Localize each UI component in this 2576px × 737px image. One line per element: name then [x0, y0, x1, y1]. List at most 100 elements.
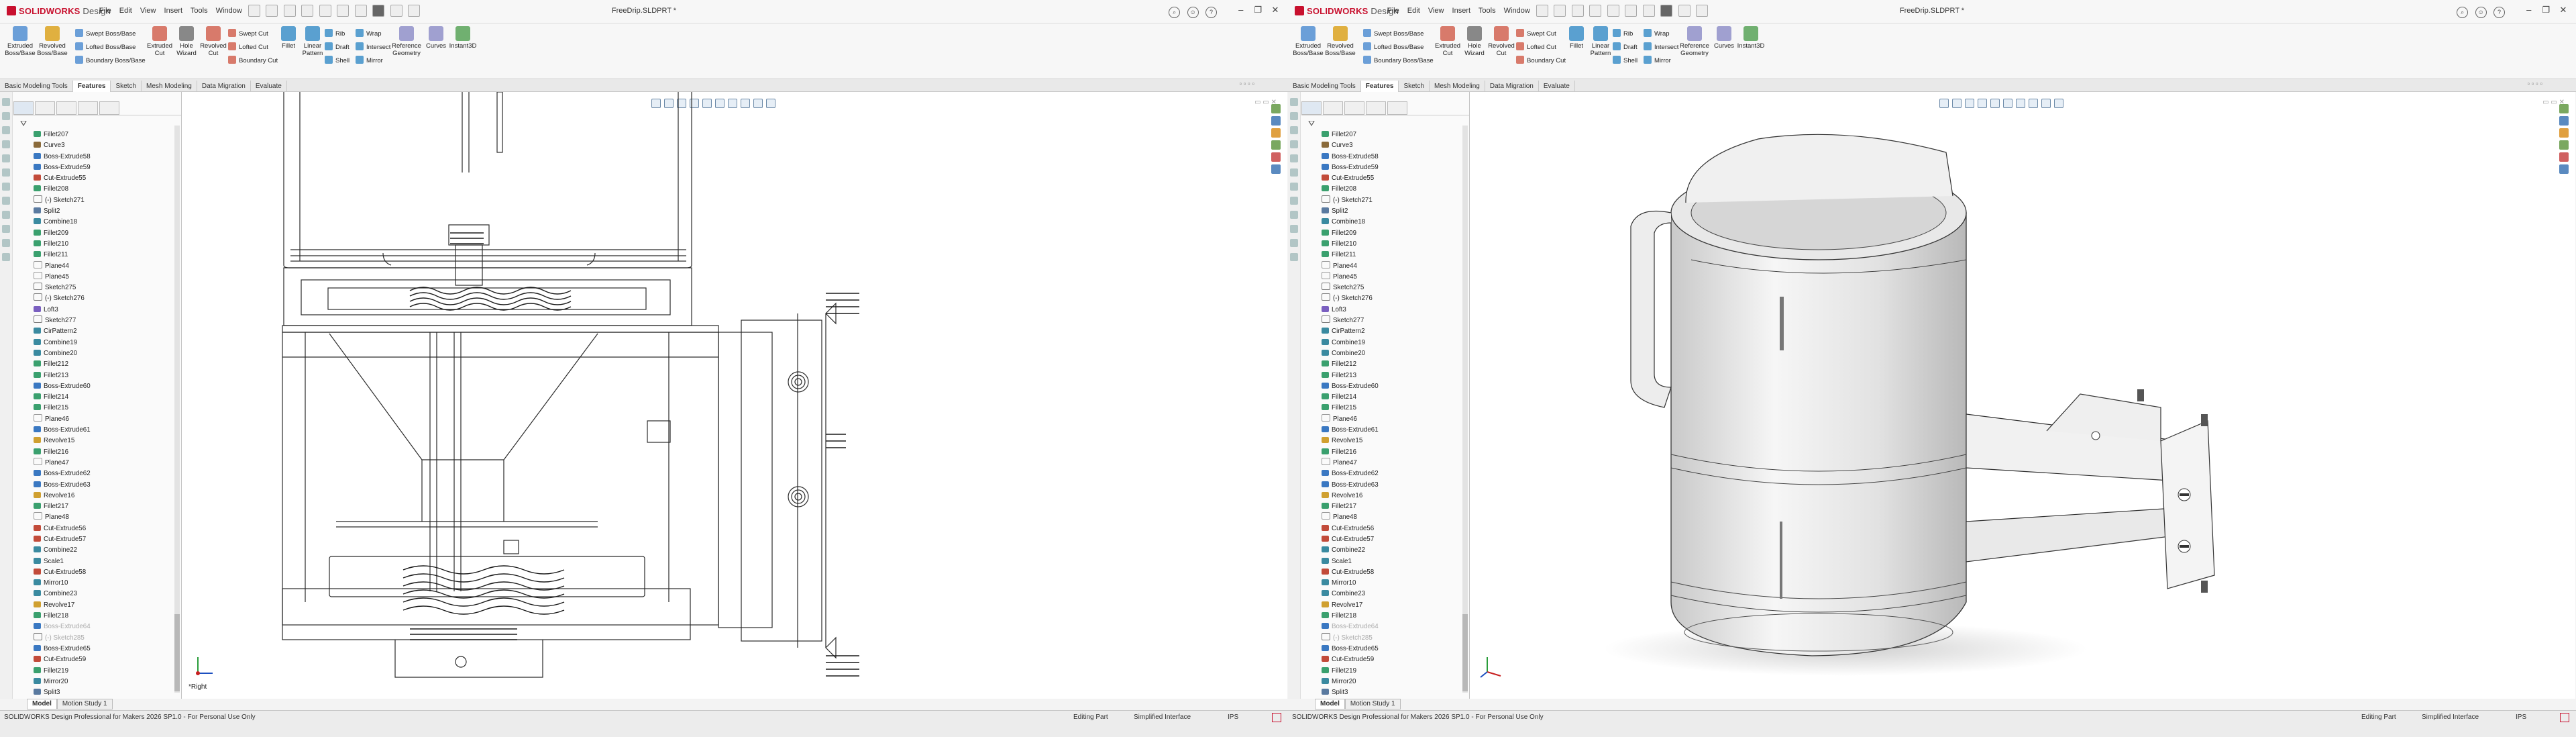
feature-tree-item[interactable]: Fillet216 [1313, 447, 1462, 458]
tool-icon[interactable] [1290, 112, 1298, 120]
feature-tree-item[interactable]: ▸Revolve16 [25, 491, 174, 501]
file-explorer-icon[interactable] [2559, 128, 2569, 138]
swept-boss-button[interactable]: Swept Boss/Base [75, 29, 136, 38]
tool-icon[interactable] [2, 197, 10, 205]
feature-tree-item[interactable]: ▸Revolve15 [25, 436, 174, 446]
intersect-button[interactable]: Intersect [356, 42, 390, 51]
feature-tree-item[interactable]: ▸Boss-Extrude62 [1313, 469, 1462, 479]
feature-tree-item[interactable]: Fillet215 [25, 403, 174, 413]
feature-tree-item[interactable]: Sketch277 [25, 315, 174, 326]
feature-tree-item[interactable]: Fillet210 [25, 239, 174, 250]
feature-tree-item[interactable]: ▸Loft3 [1313, 305, 1462, 315]
feature-tree-scrollbar[interactable] [1462, 126, 1468, 693]
feature-tree-item[interactable]: ▸Boss-Extrude60 [1313, 381, 1462, 392]
boundary-boss-button[interactable]: Boundary Boss/Base [1363, 56, 1434, 64]
feature-tree-item[interactable]: Fillet213 [1313, 371, 1462, 381]
feature-tree-item[interactable]: ▸Boss-Extrude64 [1313, 622, 1462, 632]
feature-tree-item[interactable]: Split3 [25, 687, 174, 695]
feature-tree-item[interactable]: Fillet216 [25, 447, 174, 458]
feature-tree-item[interactable]: Fillet215 [1313, 403, 1462, 413]
feature-tree-item[interactable]: ▸Cut-Extrude57 [1313, 534, 1462, 545]
feature-tree-item[interactable]: Mirror10 [25, 578, 174, 589]
status-notification-icon[interactable] [2560, 713, 2569, 722]
feature-tree-item[interactable]: Sketch275 [25, 283, 174, 293]
revolved-cut-button[interactable]: Revolved Cut [196, 26, 231, 57]
panel-options-icon[interactable]: ▫ ▫ ▫ ▫ [1239, 81, 1254, 88]
lofted-boss-button[interactable]: Lofted Boss/Base [1363, 42, 1424, 51]
extruded-boss-button[interactable]: Extruded Boss/Base [3, 26, 38, 57]
swept-boss-button[interactable]: Swept Boss/Base [1363, 29, 1424, 38]
feature-tree-item[interactable]: Plane45 [25, 271, 174, 283]
panel-options-icon[interactable]: ▫ ▫ ▫ ▫ [2527, 81, 2542, 88]
feature-tree-item[interactable]: ▸Cut-Extrude58 [25, 567, 174, 578]
tool-icon[interactable] [2, 183, 10, 191]
solidworks-resources-icon[interactable] [2559, 104, 2569, 113]
feature-tree-item[interactable]: ▸Boss-Extrude65 [1313, 644, 1462, 654]
appearances-icon[interactable] [2559, 152, 2569, 162]
solidworks-resources-icon[interactable] [1271, 104, 1281, 113]
feature-tree-item[interactable]: Fillet218 [1313, 611, 1462, 622]
restore-icon[interactable]: ❐ [2538, 5, 2553, 15]
feature-tree-item[interactable]: Curve3 [25, 140, 174, 151]
view-palette-icon[interactable] [1271, 140, 1281, 150]
feature-tree-item[interactable]: ▸Cut-Extrude55 [25, 173, 174, 184]
tool-icon[interactable] [2, 211, 10, 219]
tab-basic-modeling-tools[interactable]: Basic Modeling Tools [1288, 81, 1361, 92]
feature-tree-item[interactable]: ▸Boss-Extrude59 [1313, 162, 1462, 173]
feature-tree-item[interactable]: Split3 [1313, 687, 1462, 695]
wrap-button[interactable]: Wrap [356, 29, 382, 38]
feature-tree-item[interactable]: ▸Cut-Extrude58 [1313, 567, 1462, 578]
status-units[interactable]: IPS [2516, 714, 2526, 721]
configuration-manager-tab-icon[interactable] [56, 101, 76, 115]
draft-button[interactable]: Draft [1613, 42, 1638, 51]
feature-tree-item[interactable]: Combine20 [1313, 348, 1462, 359]
feature-tree-item[interactable]: Fillet219 [25, 666, 174, 677]
feature-tree-item[interactable]: (-) Sketch276 [1313, 293, 1462, 304]
feature-tree-item[interactable]: Combine22 [1313, 545, 1462, 556]
property-manager-tab-icon[interactable] [1323, 101, 1343, 115]
tab-motion-study[interactable]: Motion Study 1 [56, 699, 113, 709]
swept-cut-button[interactable]: Swept Cut [1516, 29, 1556, 38]
tab-evaluate[interactable]: Evaluate [251, 81, 287, 92]
feature-tree-item[interactable]: Mirror10 [1313, 578, 1462, 589]
feature-tree-item[interactable]: ▸Cut-Extrude59 [25, 654, 174, 665]
rib-button[interactable]: Rib [1613, 29, 1633, 38]
feature-tree-item[interactable]: Fillet212 [25, 359, 174, 370]
feature-tree-item[interactable]: Fillet208 [25, 184, 174, 195]
tool-icon[interactable] [2, 239, 10, 247]
file-explorer-icon[interactable] [1271, 128, 1281, 138]
display-manager-tab-icon[interactable] [99, 101, 119, 115]
feature-tree-item[interactable]: Plane46 [1313, 413, 1462, 425]
feature-tree-item[interactable]: ▸Loft3 [25, 305, 174, 315]
property-manager-tab-icon[interactable] [35, 101, 55, 115]
feature-tree-item[interactable]: Combine18 [25, 217, 174, 228]
boundary-cut-button[interactable]: Boundary Cut [1516, 56, 1566, 64]
graphics-area[interactable]: ▭ ▭ ✕ [1470, 92, 2575, 699]
tool-icon[interactable] [1290, 211, 1298, 219]
feature-tree-item[interactable]: Mirror20 [25, 677, 174, 687]
tab-features[interactable]: Features [1360, 81, 1399, 92]
tool-icon[interactable] [2, 112, 10, 120]
feature-tree-item[interactable]: Fillet218 [25, 611, 174, 622]
appearances-icon[interactable] [1271, 152, 1281, 162]
feature-tree-item[interactable]: Plane44 [25, 260, 174, 272]
feature-tree-item[interactable]: Plane45 [1313, 271, 1462, 283]
feature-tree-item[interactable]: CirPattern2 [25, 326, 174, 337]
feature-tree-item[interactable]: CirPattern2 [1313, 326, 1462, 337]
instant3d-button[interactable]: Instant3D [1733, 26, 1768, 50]
feature-tree-item[interactable]: ▸Boss-Extrude65 [25, 644, 174, 654]
feature-tree-item[interactable]: ▸Cut-Extrude55 [1313, 173, 1462, 184]
feature-tree-item[interactable]: Mirror20 [1313, 677, 1462, 687]
custom-properties-icon[interactable] [2559, 164, 2569, 174]
tool-icon[interactable] [2, 98, 10, 106]
feature-tree-item[interactable]: Fillet209 [25, 228, 174, 239]
feature-tree-item[interactable]: Curve3 [1313, 140, 1462, 151]
feature-tree-item[interactable]: Plane48 [25, 512, 174, 523]
feature-tree-tab-icon[interactable] [1301, 101, 1322, 115]
feature-tree-item[interactable]: Combine19 [1313, 338, 1462, 348]
feature-tree-item[interactable]: Fillet211 [1313, 250, 1462, 260]
feature-tree-item[interactable]: Split2 [1313, 206, 1462, 217]
feature-tree-item[interactable]: Fillet217 [25, 501, 174, 512]
feature-tree-scrollbar[interactable] [174, 126, 180, 693]
feature-tree-item[interactable]: (-) Sketch276 [25, 293, 174, 304]
